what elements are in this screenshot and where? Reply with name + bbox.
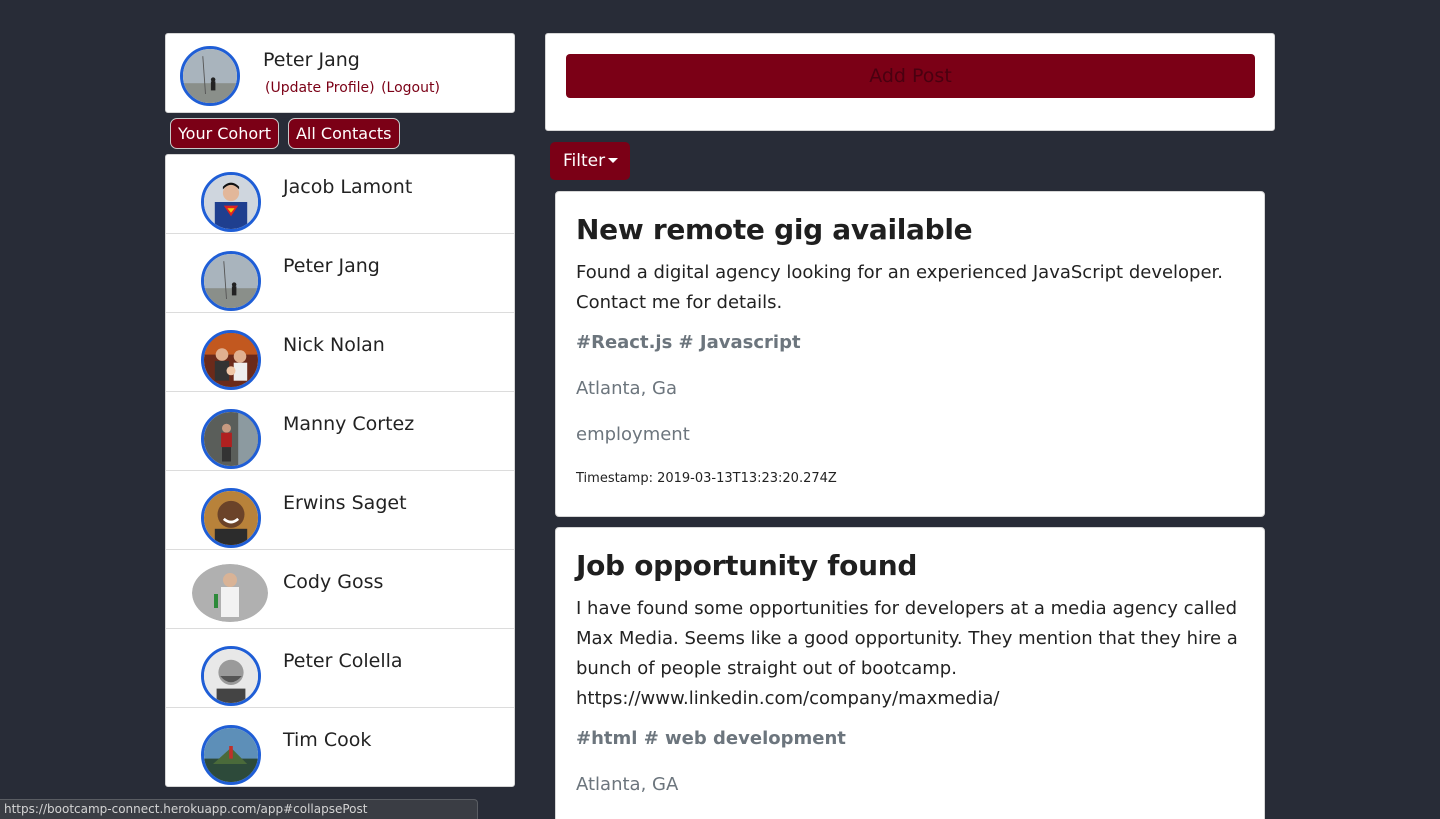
- contact-name: Jacob Lamont: [283, 176, 413, 198]
- contact-avatar: [201, 725, 261, 785]
- post-timestamp: Timestamp: 2019-03-13T13:23:20.274Z: [576, 471, 837, 486]
- status-bar-url: https://bootcamp-connect.herokuapp.com/a…: [0, 799, 478, 819]
- contact-item[interactable]: Peter Colella: [166, 629, 514, 708]
- contact-item[interactable]: Peter Jang: [166, 234, 514, 313]
- profile-name: Peter Jang: [263, 49, 360, 71]
- profile-links: (Update Profile) (Logout): [265, 80, 442, 96]
- your-cohort-button[interactable]: Your Cohort: [170, 118, 279, 149]
- post-category: employment: [576, 424, 690, 445]
- update-profile-link[interactable]: (Update Profile): [265, 80, 375, 96]
- add-post-card: Add Post: [545, 33, 1275, 131]
- post-location: Atlanta, Ga: [576, 378, 678, 399]
- post-body: Found a digital agency looking for an ex…: [576, 262, 1224, 313]
- contact-avatar: [201, 172, 261, 232]
- contact-name: Peter Jang: [283, 255, 380, 277]
- contact-name: Peter Colella: [283, 650, 403, 672]
- caret-down-icon: [608, 158, 619, 163]
- contact-avatar: [201, 409, 261, 469]
- contact-item[interactable]: Nick Nolan: [166, 313, 514, 392]
- contact-name: Erwins Saget: [283, 492, 407, 514]
- contact-name: Tim Cook: [283, 729, 372, 751]
- contact-avatar: [201, 330, 261, 390]
- contact-item[interactable]: Manny Cortez: [166, 392, 514, 471]
- contact-item[interactable]: Erwins Saget: [166, 471, 514, 550]
- profile-avatar: [180, 46, 240, 106]
- add-post-button[interactable]: Add Post: [566, 54, 1255, 98]
- post-location: Atlanta, GA: [576, 774, 679, 795]
- contact-item[interactable]: Cody Goss: [166, 550, 514, 629]
- contact-avatar: [201, 646, 261, 706]
- contact-avatar: [201, 488, 261, 548]
- profile-card: Peter Jang (Update Profile) (Logout): [165, 33, 515, 113]
- contacts-list: Jacob Lamont Peter Jang Nick Nolan Manny…: [165, 154, 515, 787]
- contact-name: Nick Nolan: [283, 334, 385, 356]
- logout-link[interactable]: (Logout): [381, 80, 440, 96]
- post-card: Job opportunity found I have found some …: [555, 527, 1265, 819]
- post-body: I have found some opportunities for deve…: [576, 598, 1238, 709]
- filter-label: Filter: [563, 151, 606, 171]
- filter-dropdown-button[interactable]: Filter: [550, 142, 630, 180]
- contact-item[interactable]: Jacob Lamont: [166, 155, 514, 234]
- contact-avatar: [201, 251, 261, 311]
- contact-avatar: [192, 564, 268, 622]
- post-tags: #html # web development: [576, 728, 846, 749]
- post-title: New remote gig available: [576, 213, 973, 246]
- all-contacts-button[interactable]: All Contacts: [287, 118, 400, 149]
- post-card: New remote gig available Found a digital…: [555, 191, 1265, 517]
- contact-tabs: Your Cohort All Contacts: [170, 118, 400, 149]
- post-tags: #React.js # Javascript: [576, 332, 801, 353]
- post-title: Job opportunity found: [576, 549, 918, 582]
- contact-name: Manny Cortez: [283, 413, 415, 435]
- contact-item[interactable]: Tim Cook: [166, 708, 514, 786]
- contact-name: Cody Goss: [283, 571, 384, 593]
